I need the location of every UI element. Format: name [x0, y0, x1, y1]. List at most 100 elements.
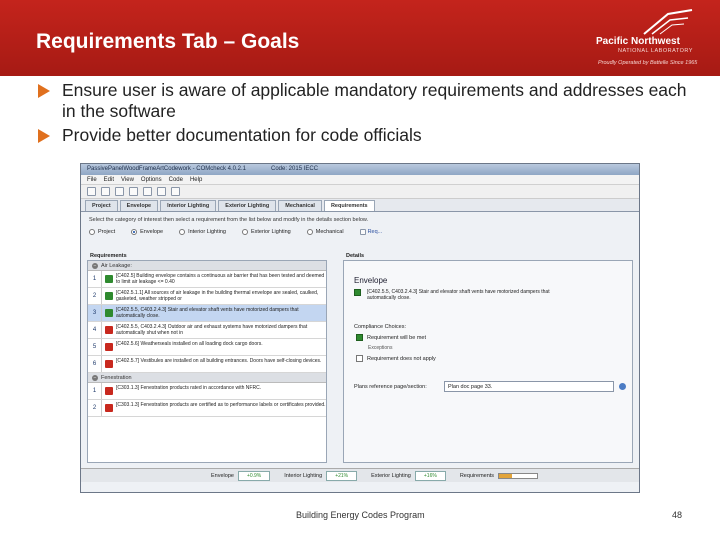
requirement-text: [C303.1.3] Fenestration products are cer…: [116, 401, 326, 408]
requirement-number: 2: [88, 288, 102, 304]
bullet-list: Ensure user is aware of applicable manda…: [36, 80, 696, 149]
requirement-text: [C303.1.3] Fenestration products rated i…: [116, 384, 262, 391]
requirement-number: 6: [88, 356, 102, 372]
radio-label: Exterior Lighting: [250, 229, 291, 235]
window-title: PassivePanelWoodFrameArtCodework - COMch…: [87, 166, 246, 172]
menu-view[interactable]: View: [121, 177, 134, 183]
tab-interior-lighting[interactable]: Interior Lighting: [160, 200, 217, 211]
radio-dot-icon: [179, 229, 186, 235]
logo-subtitle: NATIONAL LABORATORY: [618, 48, 693, 54]
slide-title: Requirements Tab – Goals: [36, 30, 300, 53]
group-header[interactable]: − Fenestration: [88, 373, 326, 383]
status-interior-value: +21%: [326, 470, 358, 481]
requirement-row[interactable]: 3 [C402.5.5, C403.2.4.3] Stair and elevat…: [88, 305, 326, 322]
requirement-text: [C402.5.6] Weatherseals installed on all…: [116, 340, 263, 347]
collapse-icon[interactable]: −: [92, 262, 98, 269]
radio-project[interactable]: Project: [89, 229, 115, 235]
bullet-item: Provide better documentation for code of…: [36, 125, 696, 146]
group-header[interactable]: − Air Leakage:: [88, 261, 326, 271]
requirement-number: 1: [88, 383, 102, 399]
radio-label: Mechanical: [315, 229, 344, 235]
radio-label: Envelope: [140, 229, 164, 235]
choice-met[interactable]: Requirement will be met: [356, 334, 426, 341]
menu-code[interactable]: Code: [169, 177, 183, 183]
requirement-text: [C402.5.7] Vestibules are installed on a…: [116, 357, 322, 364]
category-radio-group: Project Envelope Interior Lighting Exter…: [81, 225, 639, 239]
radio-dot-icon: [241, 229, 248, 235]
radio-exterior-lighting[interactable]: Exterior Lighting: [241, 229, 291, 235]
tab-envelope[interactable]: Envelope: [119, 200, 159, 211]
requirement-number: 1: [88, 271, 102, 287]
radio-dot-icon: [89, 229, 95, 235]
requirement-row[interactable]: 5 [C402.5.6] Weatherseals installed on al…: [88, 339, 326, 356]
menu-file[interactable]: File: [87, 177, 97, 183]
requirements-help-link[interactable]: Req...: [359, 229, 383, 235]
requirement-row[interactable]: 2 [C402.5.1.1] All sources of air leakage…: [88, 288, 326, 305]
requirements-label: Requirements: [90, 253, 127, 259]
status-interior-label: Interior Lighting: [284, 472, 323, 479]
instruction-text: Select the category of interest then sel…: [89, 217, 369, 223]
print-icon[interactable]: [171, 187, 180, 196]
x-icon: [105, 326, 113, 334]
x-icon: [105, 387, 113, 395]
choice-not-met[interactable]: Requirement does not apply: [356, 355, 436, 362]
plans-reference-label: Plans reference page/section:: [354, 384, 427, 390]
requirements-list: − Air Leakage: 1 [C402.5] Building envelope…: [88, 261, 326, 417]
help-icon[interactable]: [157, 187, 166, 196]
slide-header: Requirements Tab – Goals Pacific Northwe…: [0, 0, 720, 76]
requirement-row[interactable]: 6 [C402.5.7] Vestibules are installed on …: [88, 356, 326, 373]
details-label: Details: [346, 253, 365, 259]
radio-dot-icon: [306, 229, 313, 235]
tab-project[interactable]: Project: [85, 200, 118, 211]
bullet-item: Ensure user is aware of applicable manda…: [36, 80, 696, 122]
plans-help-icon[interactable]: [619, 383, 626, 390]
choice-not-met-label: Requirement does not apply: [367, 355, 436, 362]
logo-name: Pacific Northwest: [596, 36, 680, 47]
bullet-text: Ensure user is aware of applicable manda…: [62, 80, 687, 121]
logo-tagline: Proudly Operated by Battelle Since 1965: [598, 60, 698, 66]
requirements-progress-bar: [498, 472, 539, 479]
requirement-row[interactable]: 4 [C402.5.5, C403.2.4.3] Outdoor air and …: [88, 322, 326, 339]
check-icon: [105, 309, 113, 317]
status-exterior-value: +16%: [414, 470, 446, 481]
open-folder-icon[interactable]: [101, 187, 110, 196]
requirement-row[interactable]: 2 [C303.1.3] Fenestration products are ce…: [88, 400, 326, 417]
new-file-icon[interactable]: [87, 187, 96, 196]
x-icon: [105, 360, 113, 368]
requirement-number: 5: [88, 339, 102, 355]
menu-edit[interactable]: Edit: [104, 177, 114, 183]
status-exterior-label: Exterior Lighting: [371, 472, 411, 479]
radio-label: Interior Lighting: [188, 229, 226, 235]
pnnl-logo-icon: [643, 9, 693, 35]
bullet-text: Provide better documentation for code of…: [62, 125, 422, 145]
radio-mechanical[interactable]: Mechanical: [306, 229, 344, 235]
menu-options[interactable]: Options: [141, 177, 162, 183]
requirements-progress-fill: [499, 473, 513, 478]
check-icon[interactable]: [129, 187, 138, 196]
requirement-number: 3: [88, 305, 102, 321]
tab-exterior-lighting[interactable]: Exterior Lighting: [218, 200, 277, 211]
choice-met-checkbox[interactable]: [356, 334, 363, 341]
choice-not-met-checkbox[interactable]: [356, 355, 363, 362]
save-icon[interactable]: [115, 187, 124, 196]
bullet-arrow-icon: [38, 129, 50, 143]
info-icon: [359, 229, 366, 235]
compliance-label: Compliance Choices:: [354, 324, 406, 330]
radio-interior-lighting[interactable]: Interior Lighting: [179, 229, 226, 235]
tab-bar: Project Envelope Interior Lighting Exter…: [81, 199, 639, 212]
tab-requirements[interactable]: Requirements: [323, 200, 375, 211]
radio-label: Project: [98, 229, 116, 235]
requirement-row[interactable]: 1 [C303.1.3] Fenestration products rated …: [88, 383, 326, 400]
requirement-row[interactable]: 1 [C402.5] Building envelope contains a c…: [88, 271, 326, 288]
plans-reference-input[interactable]: Plan doc page 33.: [444, 381, 614, 392]
tab-mechanical[interactable]: Mechanical: [278, 200, 322, 211]
report-icon[interactable]: [143, 187, 152, 196]
help-link-label: Req...: [367, 229, 383, 235]
status-requirements-label: Requirements: [459, 472, 495, 479]
page-number: 48: [672, 510, 683, 520]
radio-envelope[interactable]: Envelope: [131, 229, 163, 235]
collapse-icon[interactable]: −: [92, 374, 98, 381]
requirements-pane: Requirements − Air Leakage: 1 [C402.5] Buil…: [87, 253, 327, 463]
menu-help[interactable]: Help: [190, 177, 202, 183]
requirement-number: 4: [88, 322, 102, 338]
